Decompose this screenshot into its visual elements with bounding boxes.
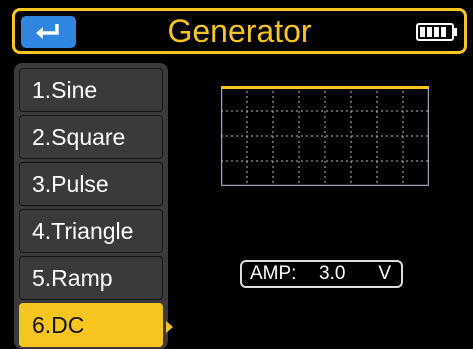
menu-item-sine[interactable]: 1.Sine [19, 68, 163, 112]
amplitude-field[interactable]: AMP: 3.0 V [240, 260, 403, 288]
selection-pointer-icon [166, 321, 173, 333]
amp-label: AMP: [250, 263, 297, 284]
menu-item-triangle[interactable]: 4.Triangle [19, 209, 163, 253]
waveform-menu: 1.Sine 2.Square 3.Pulse 4.Triangle 5.Ram… [14, 63, 168, 349]
header-bar: Generator [12, 8, 467, 54]
battery-icon [416, 23, 457, 41]
amp-unit: V [378, 263, 391, 284]
waveform-preview [221, 86, 429, 186]
page-title: Generator [167, 13, 312, 49]
menu-item-pulse[interactable]: 3.Pulse [19, 162, 163, 206]
menu-item-ramp[interactable]: 5.Ramp [19, 256, 163, 300]
menu-item-square[interactable]: 2.Square [19, 115, 163, 159]
menu-item-dc[interactable]: 6.DC [19, 303, 163, 347]
amp-value: 3.0 [319, 263, 346, 284]
